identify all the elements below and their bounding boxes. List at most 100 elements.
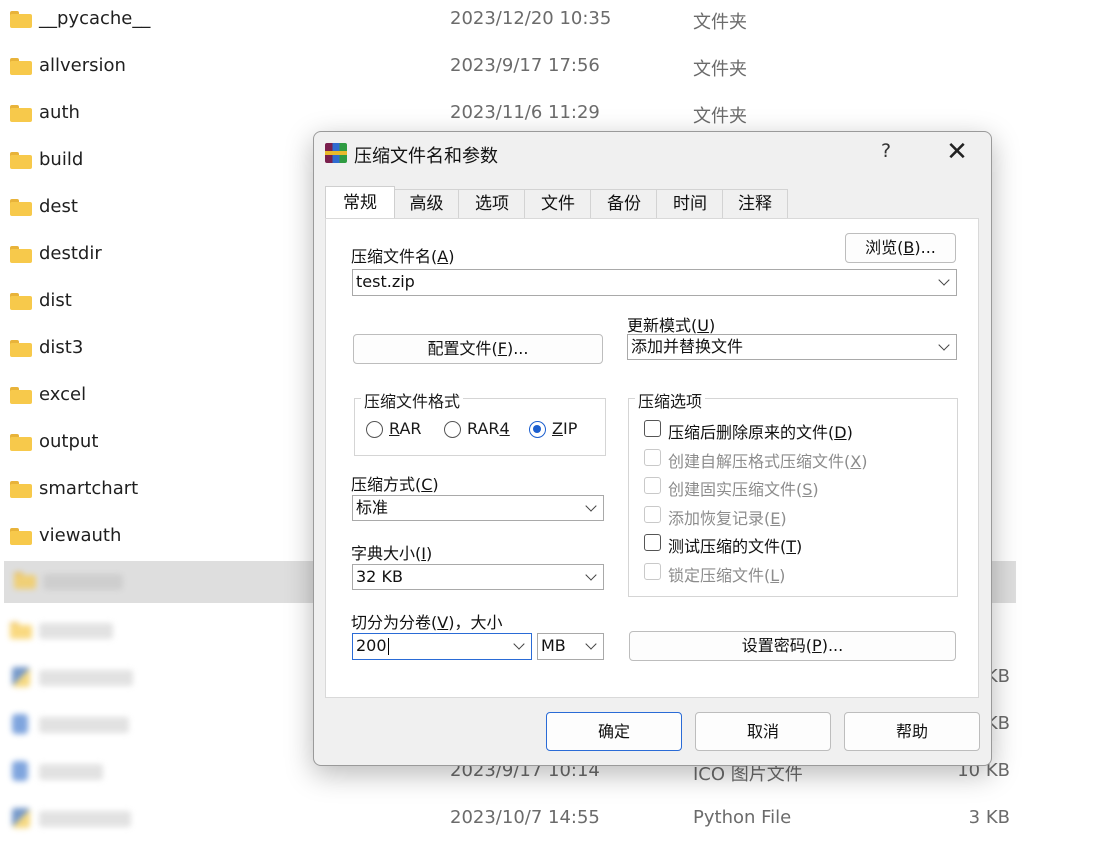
tab-backup[interactable]: 备份: [590, 189, 658, 219]
folder-icon: [10, 481, 32, 498]
chevron-down-icon[interactable]: [585, 638, 597, 650]
tab-advanced[interactable]: 高级: [393, 189, 460, 219]
winrar-app-icon: [325, 143, 347, 163]
folder-icon: [10, 528, 32, 545]
chevron-down-icon[interactable]: [585, 500, 597, 512]
tab-comment[interactable]: 注释: [722, 189, 788, 219]
file-type: Python File: [693, 807, 792, 828]
chevron-down-icon[interactable]: [938, 339, 950, 351]
folder-icon: [10, 152, 32, 169]
archive-dialog: 压缩文件名和参数 ? ✕ 常规 高级 选项 文件 备份 时间 注释 压缩文件名(…: [313, 131, 992, 766]
checkbox-label: 添加恢复记录(E): [668, 509, 787, 528]
text-cursor: [387, 638, 389, 655]
file-name-blurred: [39, 623, 113, 639]
file-date: 2023/10/7 14:55: [450, 807, 600, 828]
dialog-titlebar[interactable]: 压缩文件名和参数 ? ✕: [314, 132, 991, 176]
file-name-blurred: [39, 811, 131, 827]
checkbox-label: 创建自解压格式压缩文件(X): [668, 452, 868, 471]
file-row[interactable]: allversion 2023/9/17 17:56 文件夹: [0, 47, 1030, 94]
help-question-button[interactable]: ?: [874, 140, 898, 166]
tab-options[interactable]: 选项: [458, 189, 526, 219]
folder-icon: [10, 105, 32, 122]
file-name: dist: [39, 290, 72, 311]
update-mode-value: 添加并替换文件: [631, 337, 744, 356]
checkbox-box: [644, 449, 661, 466]
checkbox-box: [644, 477, 661, 494]
file-type: 文件夹: [693, 59, 747, 80]
archiving-options-group: 压缩选项 压缩后删除原来的文件(D) 创建自解压格式压缩文件(X) 创建固实压缩…: [628, 388, 958, 597]
file-size: 3 KB: [968, 807, 1010, 828]
file-name: auth: [39, 102, 80, 123]
file-name: excel: [39, 384, 87, 405]
folder-icon: [10, 199, 32, 216]
cancel-button[interactable]: 取消: [695, 712, 831, 751]
checkbox-label: 压缩后删除原来的文件(D): [668, 423, 853, 442]
folder-icon: [10, 622, 32, 639]
checkbox-label: 创建固实压缩文件(S): [668, 480, 819, 499]
image-file-icon: [12, 714, 28, 734]
folder-icon: [10, 340, 32, 357]
radio-circle: [366, 421, 383, 438]
file-name: viewauth: [39, 525, 122, 546]
chevron-down-icon[interactable]: [938, 274, 950, 286]
dictionary-size-select[interactable]: 32 KB: [352, 564, 604, 590]
file-name: __pycache__: [39, 8, 151, 29]
checkbox-label: 锁定压缩文件(L): [668, 566, 786, 585]
chevron-down-icon[interactable]: [585, 569, 597, 581]
dictionary-size-label: 字典大小(I): [351, 544, 433, 563]
file-name-blurred: [39, 764, 103, 780]
chevron-down-icon[interactable]: [513, 638, 525, 650]
format-zip-label: ZIP: [552, 419, 578, 438]
update-mode-label: 更新模式(U): [627, 316, 716, 335]
file-name-blurred: [39, 717, 129, 733]
general-tab-panel: 压缩文件名(A) 浏览(B)... test.zip 配置文件(F)... 更新…: [325, 218, 979, 698]
checkbox-box: [644, 420, 661, 437]
file-type: 文件夹: [693, 106, 747, 127]
ok-button[interactable]: 确定: [546, 712, 682, 751]
checkbox-label: 测试压缩的文件(T): [668, 537, 803, 556]
folder-icon: [10, 246, 32, 263]
set-password-button[interactable]: 设置密码(P)...: [629, 631, 956, 661]
checkbox-box: [644, 563, 661, 580]
profile-button[interactable]: 配置文件(F)...: [353, 334, 603, 364]
format-rar4-label: RAR4: [467, 419, 510, 438]
file-name: dist3: [39, 337, 84, 358]
file-name: destdir: [39, 243, 102, 264]
file-row[interactable]: __pycache__ 2023/12/20 10:35 文件夹: [0, 0, 1030, 47]
file-type: 文件夹: [693, 12, 747, 33]
compression-method-label: 压缩方式(C): [351, 475, 439, 494]
archive-name-combo[interactable]: test.zip: [352, 269, 957, 296]
file-name-blurred: [39, 670, 133, 686]
folder-icon: [10, 11, 32, 28]
split-volume-label: 切分为分卷(V)，大小: [351, 613, 503, 632]
folder-icon: [10, 58, 32, 75]
folder-icon: [10, 293, 32, 310]
compression-method-select[interactable]: 标准: [352, 495, 604, 521]
tab-general[interactable]: 常规: [325, 186, 395, 218]
archive-name-value: test.zip: [356, 272, 415, 291]
tab-time[interactable]: 时间: [656, 189, 724, 219]
folder-icon: [14, 572, 36, 589]
dialog-title: 压缩文件名和参数: [354, 146, 498, 167]
browse-button[interactable]: 浏览(B)...: [845, 233, 956, 263]
radio-circle: [529, 421, 546, 438]
update-mode-select[interactable]: 添加并替换文件: [627, 334, 957, 360]
file-name: build: [39, 149, 84, 170]
split-size-input[interactable]: 200: [352, 633, 532, 660]
archive-format-title: 压缩文件格式: [361, 388, 464, 412]
file-name: smartchart: [39, 478, 139, 499]
help-button[interactable]: 帮助: [844, 712, 980, 751]
radio-circle: [444, 421, 461, 438]
close-button[interactable]: ✕: [942, 137, 972, 169]
file-row[interactable]: 2023/10/7 14:55 Python File 3 KB: [0, 799, 1030, 846]
format-rar-label: RAR: [389, 419, 422, 438]
file-name: allversion: [39, 55, 126, 76]
archiving-options-title: 压缩选项: [635, 388, 706, 412]
split-unit-select[interactable]: MB: [537, 633, 604, 660]
tab-files[interactable]: 文件: [524, 189, 592, 219]
split-size-value: 200: [356, 636, 387, 655]
dictionary-size-value: 32 KB: [356, 567, 403, 586]
checkbox-box: [644, 534, 661, 551]
file-date: 2023/12/20 10:35: [450, 8, 612, 29]
compression-method-value: 标准: [356, 498, 389, 517]
